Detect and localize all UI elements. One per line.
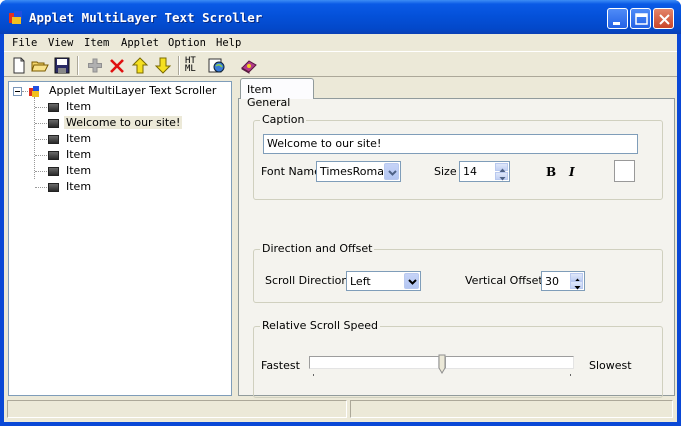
tab-panel: Caption Welcome to our site! Font Name T… [238,98,675,398]
menu-bar: File View Item Applet Option Help [4,34,677,52]
caption-text-input[interactable]: Welcome to our site! [263,134,638,154]
close-button[interactable] [653,8,674,29]
menu-option[interactable]: Option [168,37,206,49]
status-pane-right [350,400,673,418]
minimize-icon [613,22,620,25]
move-down-icon[interactable] [154,57,172,74]
vertical-offset-spinner[interactable]: 30 [541,271,585,291]
spin-down-icon[interactable] [570,281,583,290]
fastest-label: Fastest [261,359,300,372]
speed-group: Relative Scroll Speed Fastest Slowest [253,319,663,398]
close-icon [659,14,670,25]
pane-splitter[interactable] [233,81,237,396]
font-name-select[interactable]: TimesRoman [316,161,401,182]
minimize-button[interactable] [607,8,628,29]
font-name-value: TimesRoman [320,165,391,178]
tree-connector [35,171,47,172]
slowest-label: Slowest [589,359,632,372]
new-icon[interactable] [10,57,28,74]
save-icon[interactable] [53,57,71,74]
item-node-icon [48,167,59,176]
size-spinner[interactable]: 14 [459,161,510,182]
tree-connector [35,107,47,108]
maximize-button[interactable] [630,8,651,29]
speed-slider-track[interactable] [309,356,439,369]
toolbar-separator [178,56,180,75]
toolbar: HT ML [4,53,677,77]
size-label: Size [434,165,457,178]
spin-up-icon[interactable] [570,273,583,282]
preview-icon[interactable] [208,57,226,74]
title-bar[interactable]: Applet MultiLayer Text Scroller [0,0,681,34]
font-color-swatch[interactable] [614,160,635,182]
delete-icon[interactable] [108,57,126,74]
open-icon[interactable] [31,57,49,74]
vertical-offset-label: Vertical Offset [465,274,543,287]
html-icon[interactable]: HT ML [185,57,203,74]
html-label-bottom: ML [185,64,196,74]
tab-item-general[interactable]: Item General [240,78,314,109]
italic-button[interactable]: I [569,165,575,179]
app-window: Applet MultiLayer Text Scroller File Vie… [0,0,681,426]
status-pane-left [7,400,347,418]
tree-connector [34,97,35,179]
chevron-down-icon[interactable] [384,163,399,180]
menu-item[interactable]: Item [84,37,109,49]
direction-group: Direction and Offset Scroll Direction Le… [253,242,663,303]
tree-item-label: Item [66,100,92,113]
item-node-icon [48,119,59,128]
vertical-offset-value: 30 [545,275,559,288]
collapse-icon[interactable] [13,87,22,96]
font-name-label: Font Name [261,165,321,178]
tree-connector [35,187,47,188]
speed-group-title: Relative Scroll Speed [260,319,380,332]
toolbar-separator [77,56,79,75]
scroll-direction-select[interactable]: Left [346,271,421,291]
bold-button[interactable]: B [546,165,556,179]
item-tree[interactable]: Applet MultiLayer Text Scroller Item Wel… [8,81,232,396]
tree-item-label: Welcome to our site! [64,116,183,129]
size-value: 14 [463,165,477,178]
add-icon[interactable] [86,57,104,74]
menu-help[interactable]: Help [216,37,241,49]
item-node-icon [48,103,59,112]
app-icon [9,11,22,24]
applet-icon [29,86,39,97]
direction-group-title: Direction and Offset [260,242,375,255]
scroll-direction-label: Scroll Direction [265,274,349,287]
maximize-icon [635,13,648,25]
tree-item-label: Item [66,180,92,193]
tree-connector [35,123,47,124]
tree-item-label: Item [66,164,92,177]
client-area: File View Item Applet Option Help HT ML … [4,34,677,422]
item-node-icon [48,151,59,160]
tree-connector [35,155,47,156]
item-node-icon [48,135,59,144]
menu-applet[interactable]: Applet [121,37,159,49]
menu-view[interactable]: View [48,37,73,49]
tree-item-label: Item [66,148,92,161]
menu-file[interactable]: File [12,37,37,49]
tree-item-label: Item [66,132,92,145]
chevron-down-icon[interactable] [404,273,419,289]
window-title: Applet MultiLayer Text Scroller [29,10,263,25]
spin-up-icon[interactable] [495,163,508,172]
item-node-icon [48,183,59,192]
speed-slider-track[interactable] [444,356,574,369]
status-bar [4,398,677,420]
spin-down-icon[interactable] [495,172,508,181]
move-up-icon[interactable] [131,57,149,74]
tab-label: Item General [247,83,291,109]
tree-connector [35,139,47,140]
scroll-direction-value: Left [350,275,371,288]
tree-root-label: Applet MultiLayer Text Scroller [49,84,217,97]
slider-tick [313,374,314,376]
slider-tick [570,374,571,376]
caption-group-title: Caption [260,113,307,126]
help-book-icon[interactable] [240,57,258,74]
caption-group: Caption Welcome to our site! Font Name T… [253,113,663,200]
